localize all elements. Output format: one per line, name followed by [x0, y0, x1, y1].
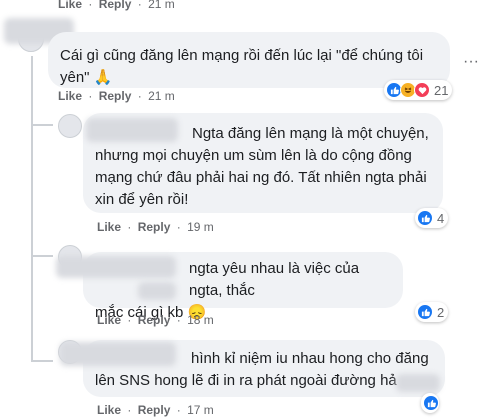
like-link[interactable]: Like — [97, 313, 121, 327]
comment-text-line: nhưng mọi chuyện um sùm lên là do cộng đ… — [95, 147, 412, 164]
reaction-summary[interactable] — [421, 393, 439, 413]
comment-actions: Like · Reply · 18 m — [97, 313, 214, 327]
comment-text-line: yên" 🙏 — [60, 69, 113, 86]
like-icon — [417, 210, 433, 226]
comment-text-line: Cái gì cũng đăng lên mạng rồi đến lúc lạ… — [60, 47, 424, 64]
thread-branch — [31, 255, 53, 257]
like-link[interactable]: Like — [97, 220, 121, 234]
reaction-count: 21 — [434, 82, 449, 98]
thread-branch — [31, 360, 53, 362]
like-icon — [423, 395, 439, 411]
avatar[interactable] — [58, 114, 82, 138]
comment-actions: Like · Reply · 21 m — [58, 0, 175, 11]
blurred-username — [56, 256, 176, 278]
reaction-summary[interactable]: 2 — [415, 302, 449, 322]
blurred-word — [138, 282, 176, 300]
reply-link[interactable]: Reply — [138, 220, 171, 234]
more-options-icon[interactable]: ··· — [463, 53, 479, 71]
blurred-text — [396, 374, 440, 392]
thread-branch — [31, 124, 53, 126]
reply-link[interactable]: Reply — [99, 0, 132, 11]
timestamp: 19 m — [187, 220, 214, 234]
comment-text-line: mạng chứ đâu phải hai ng đó. Tất nhiên n… — [95, 169, 427, 186]
comment-actions: Like · Reply · 17 m — [97, 403, 214, 417]
reaction-summary[interactable]: 21 — [384, 80, 453, 100]
comment-text-line: xin để yên rồi! — [95, 191, 189, 208]
blurred-username — [60, 342, 176, 366]
timestamp: 21 m — [148, 0, 175, 11]
comment-actions: Like · Reply · 21 m — [58, 89, 175, 103]
like-link[interactable]: Like — [58, 0, 82, 11]
like-icon — [417, 304, 433, 320]
reaction-count: 4 — [437, 210, 445, 226]
like-link[interactable]: Like — [97, 403, 121, 417]
reply-link[interactable]: Reply — [138, 313, 171, 327]
like-link[interactable]: Like — [58, 89, 82, 103]
comment-actions: Like · Reply · 19 m — [97, 220, 214, 234]
reply-link[interactable]: Reply — [99, 89, 132, 103]
reaction-summary[interactable]: 4 — [415, 208, 449, 228]
love-icon — [414, 82, 430, 98]
timestamp: 21 m — [148, 89, 175, 103]
reaction-count: 2 — [437, 304, 445, 320]
timestamp: 18 m — [187, 313, 214, 327]
timestamp: 17 m — [187, 403, 214, 417]
blurred-username — [86, 118, 178, 142]
thread-line — [31, 56, 33, 362]
reply-link[interactable]: Reply — [138, 403, 171, 417]
comment-text-line: lên SNS hong lẽ đi in ra phát ngoài đườn… — [95, 372, 397, 389]
